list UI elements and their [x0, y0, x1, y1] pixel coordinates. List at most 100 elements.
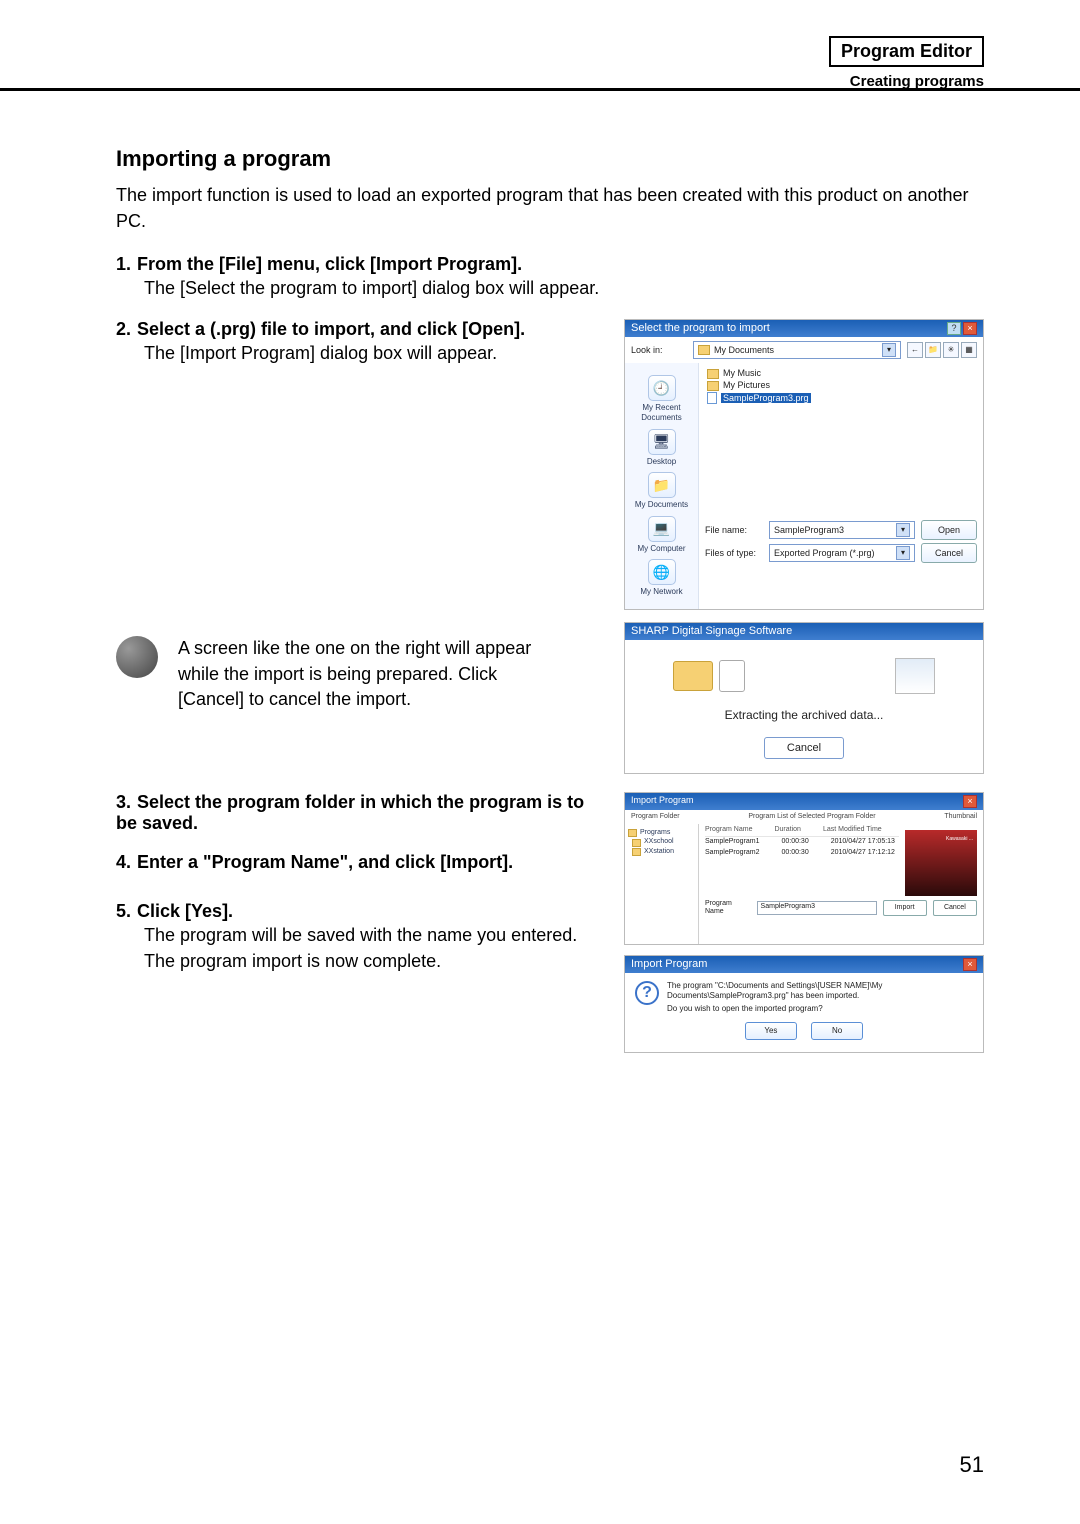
file-list[interactable]: My Music My Pictures SampleProgram3.prg — [699, 363, 983, 513]
import-dialog-titlebar: Import Program × — [625, 793, 983, 810]
figure-column: Select the program to import ?× Look in:… — [624, 319, 984, 773]
cancel-button[interactable]: Cancel — [764, 737, 844, 759]
places-mydocs[interactable]: 📁My Documents — [627, 472, 696, 510]
lookin-row: Look in: My Documents ▾ ←📁✳▦ — [625, 337, 983, 363]
folder-icon — [628, 829, 637, 837]
question-icon: ? — [635, 981, 659, 1005]
open-dialog-body: 🕘My Recent Documents 🖥Desktop 📁My Docume… — [625, 363, 983, 609]
places-mynet[interactable]: 🌐My Network — [627, 559, 696, 597]
close-icon[interactable]: × — [963, 958, 977, 971]
file-list-pane: My Music My Pictures SampleProgram3.prg … — [699, 363, 983, 609]
confirm-title: Import Program — [631, 958, 707, 971]
folder-icon — [698, 345, 710, 355]
step-5-no: 5. — [116, 901, 131, 921]
help-icon[interactable]: ? — [947, 322, 961, 335]
recent-icon: 🕘 — [648, 375, 676, 401]
close-icon[interactable]: × — [963, 322, 977, 335]
close-icon[interactable]: × — [963, 795, 977, 808]
cancel-button[interactable]: Cancel — [921, 543, 977, 563]
program-table[interactable]: Program NameDurationLast Modified Time S… — [699, 824, 905, 896]
chevron-down-icon[interactable]: ▾ — [882, 343, 896, 357]
back-icon[interactable]: ← — [907, 342, 923, 358]
views-icon[interactable]: ▦ — [961, 342, 977, 358]
cancel-button[interactable]: Cancel — [933, 900, 977, 916]
open-button[interactable]: Open — [921, 520, 977, 540]
step-3-no: 3. — [116, 792, 131, 812]
import-dialog-title: Import Program — [631, 795, 694, 808]
section-title: Importing a program — [116, 146, 984, 172]
table-row[interactable]: SampleProgram200:00:302010/04/27 17:12:1… — [705, 848, 899, 858]
steps: 1.From the [File] menu, click [Import Pr… — [116, 254, 984, 1053]
step-4: 4.Enter a "Program Name", and click [Imp… — [116, 852, 604, 873]
confirm-msg2: Do you wish to open the imported program… — [667, 1004, 973, 1014]
filetype-dropdown[interactable]: Exported Program (*.prg)▾ — [769, 544, 915, 562]
filename-label: File name: — [705, 525, 763, 536]
confirm-dialog: Import Program × ? The program "C:\Docume… — [624, 955, 984, 1053]
page: Program Editor Creating programs Importi… — [0, 0, 1080, 1524]
folder-icon — [632, 848, 641, 856]
chevron-down-icon[interactable]: ▾ — [896, 523, 910, 537]
list-item-selected[interactable]: SampleProgram3.prg — [707, 392, 975, 404]
places-recent[interactable]: 🕘My Recent Documents — [627, 375, 696, 422]
import-button[interactable]: Import — [883, 900, 927, 916]
open-dialog: Select the program to import ?× Look in:… — [624, 319, 984, 610]
thumb-col-label: Thumbnail — [944, 813, 977, 821]
network-icon: 🌐 — [648, 559, 676, 585]
folder-tree[interactable]: Programs XXschool XXstation — [625, 824, 699, 944]
no-button[interactable]: No — [811, 1022, 863, 1040]
folder-icon — [707, 381, 719, 391]
newfolder-icon[interactable]: ✳ — [943, 342, 959, 358]
confirm-msg1: The program "C:\Documents and Settings\[… — [667, 981, 973, 1000]
progress-titlebar: SHARP Digital Signage Software — [625, 623, 983, 640]
tree-item[interactable]: XXstation — [632, 848, 695, 856]
thumbnail-preview: Kawasaki ... — [905, 830, 977, 896]
table-row[interactable]: SampleProgram100:00:302010/04/27 17:05:1… — [705, 837, 899, 847]
tip: A screen like the one on the right will … — [116, 636, 604, 712]
list-item[interactable]: My Music — [707, 368, 975, 379]
content: Importing a program The import function … — [116, 146, 984, 1053]
page-header: Program Editor Creating programs — [829, 36, 984, 90]
progress-status: Extracting the archived data... — [639, 708, 969, 722]
lookin-value: My Documents — [714, 345, 774, 356]
step-4-no: 4. — [116, 852, 131, 872]
step-3: 3.Select the program folder in which the… — [116, 792, 604, 834]
window-buttons: ?× — [945, 322, 977, 335]
places-mycomp[interactable]: 💻My Computer — [627, 516, 696, 554]
yes-button[interactable]: Yes — [745, 1022, 797, 1040]
folder-icon — [707, 369, 719, 379]
stack-icon — [895, 658, 935, 694]
filename-input[interactable]: SampleProgram3▾ — [769, 521, 915, 539]
mydocs-icon: 📁 — [648, 472, 676, 498]
step-5-head: Click [Yes]. — [137, 901, 233, 921]
list-item[interactable]: My Pictures — [707, 380, 975, 391]
step-1-head: From the [File] menu, click [Import Prog… — [137, 254, 522, 274]
open-dialog-title: Select the program to import — [631, 322, 770, 335]
step-2-head: Select a (.prg) file to import, and clic… — [137, 319, 525, 339]
step-5: 5. Click [Yes]. The program will be saved… — [116, 901, 604, 974]
import-dialog: Import Program× Program FolderProgram Li… — [624, 792, 984, 945]
open-dialog-footer: File name:SampleProgram3▾Open Files of t… — [699, 513, 983, 570]
tree-root[interactable]: Programs — [628, 829, 695, 837]
places-desktop[interactable]: 🖥Desktop — [627, 429, 696, 467]
page-number: 51 — [960, 1452, 984, 1478]
table-header: Program NameDurationLast Modified Time — [705, 824, 899, 837]
program-name-label: Program Name — [705, 900, 751, 917]
step-2-body: The [Import Program] dialog box will app… — [116, 340, 604, 366]
step-1: 1.From the [File] menu, click [Import Pr… — [116, 254, 984, 301]
step-2: 2.Select a (.prg) file to import, and cl… — [116, 319, 984, 773]
lookin-label: Look in: — [631, 345, 689, 356]
folder-col-label: Program Folder — [631, 813, 680, 821]
tip-text: A screen like the one on the right will … — [178, 636, 558, 712]
open-dialog-titlebar: Select the program to import ?× — [625, 320, 983, 337]
up-icon[interactable]: 📁 — [925, 342, 941, 358]
step-3-4-5: 3.Select the program folder in which the… — [116, 792, 984, 1053]
lookin-dropdown[interactable]: My Documents ▾ — [693, 341, 901, 359]
confirm-titlebar: Import Program × — [625, 956, 983, 973]
progress-title: SHARP Digital Signage Software — [631, 625, 792, 638]
program-name-input[interactable]: SampleProgram3 — [757, 901, 877, 915]
tree-item[interactable]: XXschool — [632, 838, 695, 846]
chevron-down-icon[interactable]: ▾ — [896, 546, 910, 560]
places-bar: 🕘My Recent Documents 🖥Desktop 📁My Docume… — [625, 363, 699, 609]
step-5-body1: The program will be saved with the name … — [116, 922, 604, 948]
folder-icon — [632, 839, 641, 847]
